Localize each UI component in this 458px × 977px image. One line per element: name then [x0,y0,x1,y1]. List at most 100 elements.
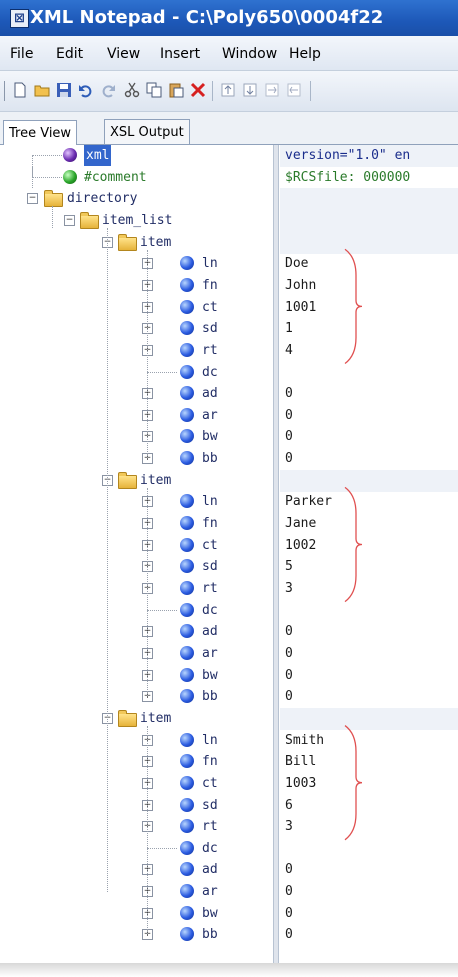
tab-xsl-output[interactable]: XSL Output [104,119,190,144]
outdent-icon[interactable] [286,82,302,98]
field-label[interactable]: fn [202,513,218,534]
field-value[interactable]: 3 [285,578,293,599]
field-label[interactable]: ct [202,535,218,556]
menu-view[interactable]: View [107,46,140,62]
field-value[interactable]: 0 [285,643,293,664]
field-value[interactable]: 0 [285,903,293,924]
pane-splitter[interactable] [273,145,279,963]
indent-icon[interactable] [264,82,280,98]
redo-icon[interactable] [100,82,116,98]
nudge-down-icon[interactable] [242,82,258,98]
xml-declaration-value[interactable]: version="1.0" en [285,145,410,166]
field-label[interactable]: bb [202,924,218,945]
field-value[interactable]: John [285,275,316,296]
copy-icon[interactable] [146,82,162,98]
menu-edit[interactable]: Edit [56,46,83,62]
field-value[interactable]: Smith [285,730,324,751]
field-label[interactable]: rt [202,578,218,599]
field-label[interactable]: ln [202,253,218,274]
field-label[interactable]: dc [202,362,218,383]
xml-declaration-label[interactable]: xml [84,145,112,166]
field-value[interactable]: 0 [285,881,293,902]
field-value[interactable]: 1 [285,318,293,339]
item-label[interactable]: item [140,470,171,491]
new-icon[interactable] [12,82,28,98]
annotation-brackets [344,248,363,841]
field-value[interactable]: 0 [285,924,293,945]
field-value[interactable]: 6 [285,795,293,816]
menu-help[interactable]: Help [289,46,321,62]
field-label[interactable]: ln [202,730,218,751]
field-label[interactable]: ad [202,383,218,404]
directory-label[interactable]: directory [67,188,137,209]
field-value[interactable]: 0 [285,665,293,686]
field-value[interactable]: 5 [285,556,293,577]
item-list-label[interactable]: item_list [102,210,172,231]
field-label[interactable]: fn [202,751,218,772]
item-label[interactable]: item [140,708,171,729]
field-value[interactable]: Jane [285,513,316,534]
menu-file[interactable]: File [10,46,33,62]
field-label[interactable]: bb [202,448,218,469]
menu-window[interactable]: Window [222,46,277,62]
toolbar-grip[interactable] [4,81,5,101]
save-icon[interactable] [56,82,72,98]
field-label[interactable]: bw [202,426,218,447]
comment-label[interactable]: #comment [84,167,147,188]
field-value[interactable]: Bill [285,751,316,772]
field-label[interactable]: ad [202,621,218,642]
delete-icon[interactable] [190,82,206,98]
field-value[interactable]: 0 [285,405,293,426]
item-label[interactable]: item [140,232,171,253]
field-value[interactable]: 4 [285,340,293,361]
tab-tree-view[interactable]: Tree View [3,120,78,145]
field-value[interactable]: 0 [285,383,293,404]
nudge-up-icon[interactable] [220,82,236,98]
collapse-toggle[interactable]: − [64,214,75,226]
comment-value[interactable]: $RCSfile: 000000 [285,167,410,188]
field-label[interactable]: rt [202,340,218,361]
field-label[interactable]: bb [202,686,218,707]
field-label[interactable]: dc [202,600,218,621]
tree-line [147,725,148,935]
field-label[interactable]: ad [202,859,218,880]
tree-line [52,206,53,228]
field-label[interactable]: ln [202,491,218,512]
field-value[interactable]: Parker [285,491,332,512]
field-value[interactable]: 3 [285,816,293,837]
undo-icon[interactable] [78,82,94,98]
element-node-icon [180,537,194,552]
field-value[interactable]: 1001 [285,297,316,318]
field-label[interactable]: ar [202,405,218,426]
cut-icon[interactable] [124,82,140,98]
field-label[interactable]: sd [202,795,218,816]
field-value[interactable]: 0 [285,448,293,469]
open-icon[interactable] [34,82,50,98]
field-label[interactable]: dc [202,838,218,859]
field-value[interactable]: 0 [285,426,293,447]
field-label[interactable]: ct [202,297,218,318]
field-label[interactable]: ar [202,881,218,902]
field-value[interactable]: 1002 [285,535,316,556]
field-label[interactable]: bw [202,903,218,924]
field-label[interactable]: bw [202,665,218,686]
field-label[interactable]: ar [202,643,218,664]
field-value[interactable]: 1003 [285,773,316,794]
element-node-icon [180,754,194,769]
element-node-icon [180,299,194,314]
field-label[interactable]: rt [202,816,218,837]
menu-insert[interactable]: Insert [160,46,200,62]
field-value[interactable]: 0 [285,686,293,707]
field-label[interactable]: fn [202,275,218,296]
value-band [280,209,458,232]
field-label[interactable]: sd [202,318,218,339]
field-value[interactable]: 0 [285,859,293,880]
collapse-toggle[interactable]: − [27,193,38,205]
field-label[interactable]: ct [202,773,218,794]
paste-icon[interactable] [168,82,184,98]
field-label[interactable]: sd [202,556,218,577]
field-value[interactable]: 0 [285,621,293,642]
element-node-icon [180,451,194,466]
title-bar[interactable]: ⊠ XML Notepad - C:\Poly650\0004f22 [0,0,458,36]
field-value[interactable]: Doe [285,253,308,274]
